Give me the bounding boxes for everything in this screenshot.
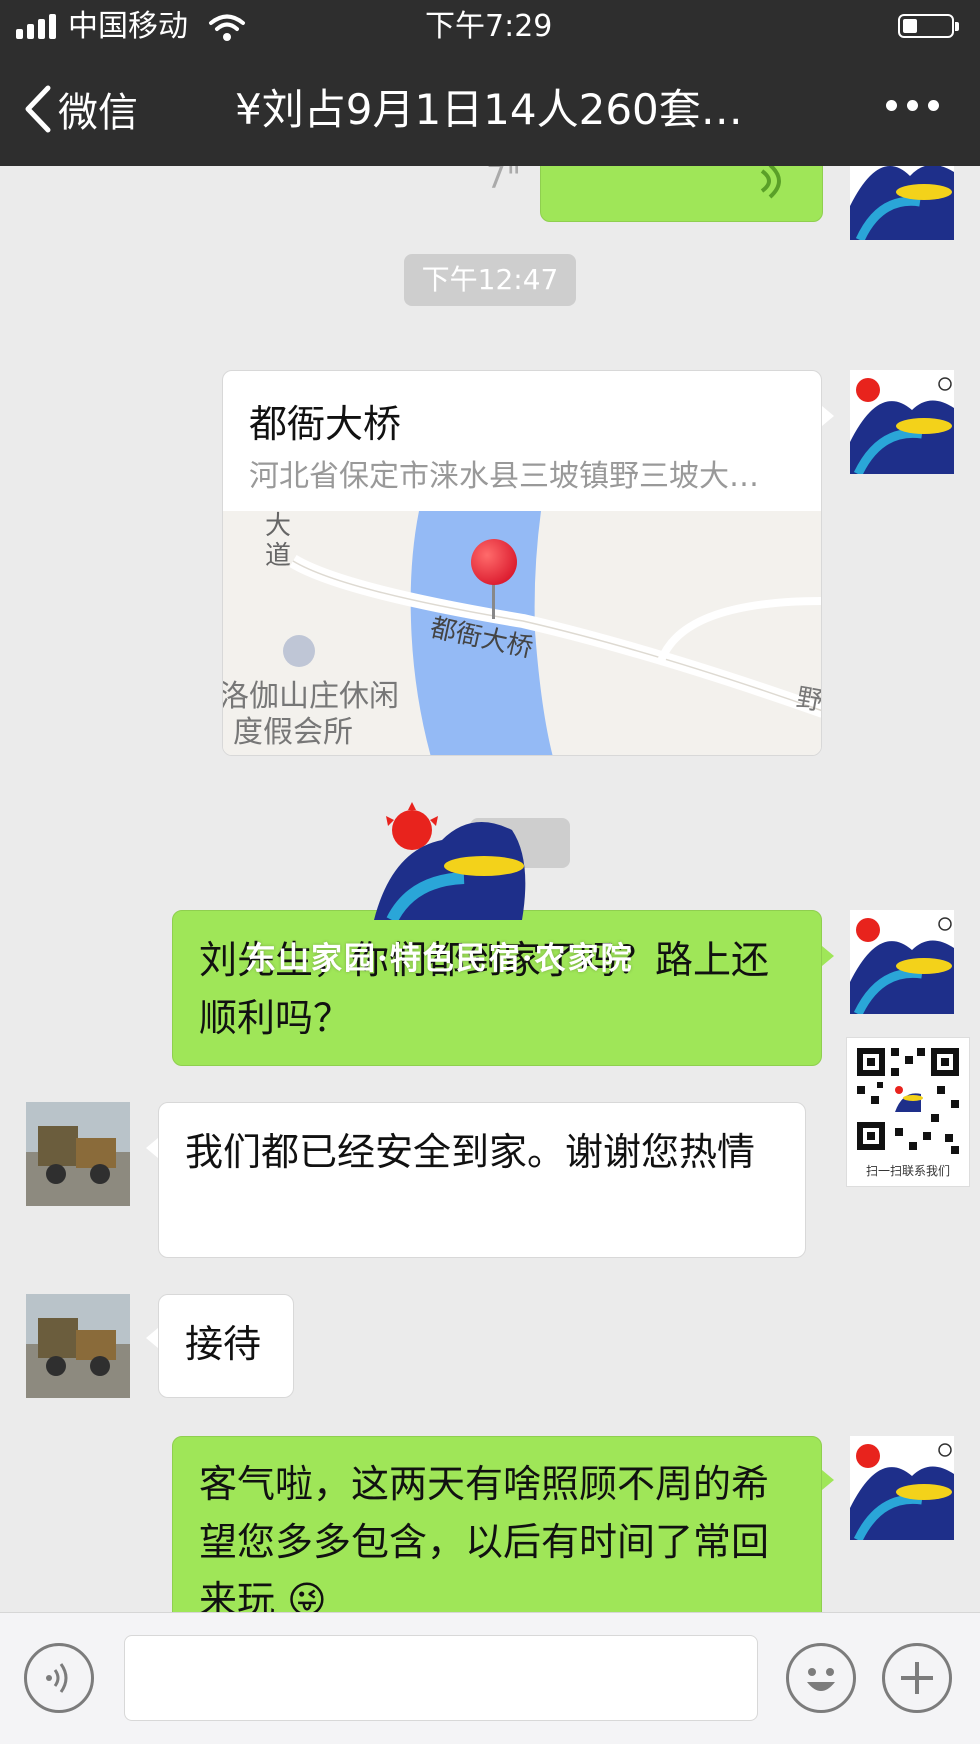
more-dot-icon	[907, 100, 918, 111]
voice-duration-partial: 7"	[486, 166, 522, 196]
bubble-tail	[146, 1138, 158, 1158]
signal-icon	[16, 14, 56, 39]
avatar-contact[interactable]	[26, 1294, 130, 1398]
chevron-left-icon	[25, 85, 51, 133]
qr-caption: 扫一扫联系我们	[865, 1164, 950, 1178]
map-label-resort-2: 度假会所	[233, 715, 353, 750]
map-label-road: 大道	[265, 511, 292, 571]
chat-title: ¥刘占9月1日14人260套…	[235, 85, 743, 134]
smiley-icon	[807, 1668, 835, 1691]
voice-wave-icon	[760, 166, 781, 199]
location-card[interactable]: 都衙大桥 河北省保定市涞水县三坡镇野三坡大… 大道 都衙大桥 洛伽山庄休闲 度假…	[222, 370, 822, 756]
message-bubble[interactable]: 接待	[158, 1294, 294, 1398]
location-address: 河北省保定市涞水县三坡镇野三坡大…	[249, 459, 759, 494]
message-bubble-partial[interactable]	[540, 166, 823, 222]
wifi-icon	[209, 14, 245, 41]
message-text: 我们都已经安全到家。谢谢您热情	[185, 1130, 756, 1174]
avatar-contact[interactable]	[26, 1102, 130, 1206]
bubble-tail	[822, 406, 834, 426]
nav-bar: 微信 ¥刘占9月1日14人260套…	[0, 54, 980, 166]
message-input[interactable]	[124, 1635, 758, 1721]
more-options-button[interactable]	[882, 1643, 952, 1713]
wink-emoji: 😜	[287, 1578, 327, 1612]
back-button[interactable]: 微信	[22, 78, 138, 140]
voice-input-button[interactable]	[24, 1643, 94, 1713]
map-label-edge: 野	[794, 682, 822, 717]
more-dot-icon	[928, 100, 939, 111]
avatar-self[interactable]	[850, 910, 954, 1014]
avatar-self[interactable]	[850, 166, 954, 240]
clock-label: 下午7:29	[425, 9, 553, 44]
plus-icon	[901, 1662, 933, 1694]
more-dot-icon	[886, 100, 897, 111]
location-title: 都衙大桥	[249, 402, 402, 446]
input-bar	[0, 1612, 980, 1744]
status-bar: 中国移动 下午7:29	[0, 0, 980, 54]
message-text: 客气啦，这两天有啥照顾不周的希望您多多包含，以后有时间了常回来玩	[199, 1462, 770, 1612]
bubble-tail	[822, 1470, 834, 1490]
back-label: 微信	[58, 90, 138, 136]
watermark-text: 东山家园·特色民宿·农家院	[245, 941, 634, 977]
location-map[interactable]: 大道 都衙大桥 洛伽山庄休闲 度假会所 野	[223, 511, 822, 755]
bubble-tail	[822, 946, 834, 966]
message-text: 接待	[185, 1322, 262, 1366]
watermark-logo	[374, 802, 526, 920]
message-bubble[interactable]: 我们都已经安全到家。谢谢您热情	[158, 1102, 806, 1258]
qr-code: 扫一扫联系我们	[846, 1037, 970, 1187]
avatar-self[interactable]	[850, 370, 954, 474]
message-bubble[interactable]: 客气啦，这两天有啥照顾不周的希望您多多包含，以后有时间了常回来玩 😜	[172, 1436, 822, 1612]
avatar-self[interactable]	[850, 1436, 954, 1540]
carrier-label: 中国移动	[68, 9, 188, 44]
qr-code-icon	[847, 1038, 969, 1160]
bubble-tail	[146, 1328, 158, 1348]
map-pin-icon	[471, 539, 517, 619]
more-button[interactable]	[886, 100, 939, 111]
emoji-button[interactable]	[786, 1643, 856, 1713]
voice-icon	[46, 1663, 68, 1693]
battery-icon	[898, 14, 959, 38]
time-divider: 下午12:47	[404, 254, 576, 306]
